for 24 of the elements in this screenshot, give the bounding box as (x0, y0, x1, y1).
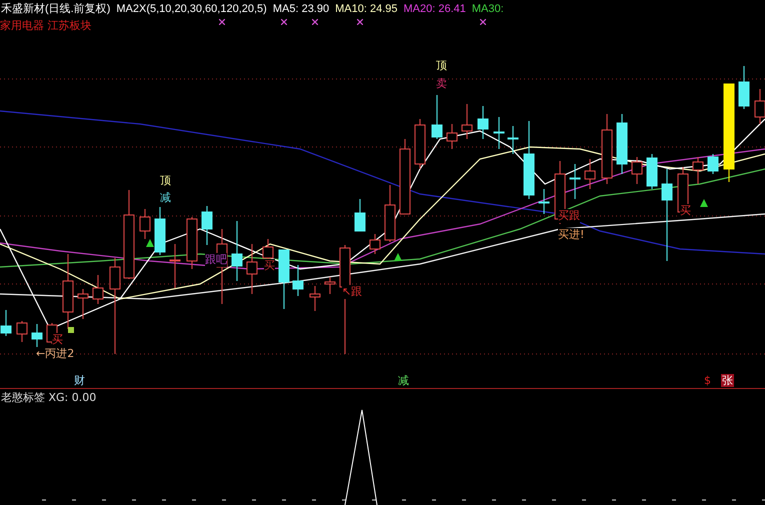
average-value: MA10: 24.95 (335, 2, 398, 14)
average-value: MA5: 23.90 (272, 2, 330, 14)
signal-label: ←丙进2 (36, 347, 74, 361)
signal-label: 顶 (160, 174, 171, 188)
stock-title: 禾盛新材(日线.前复权) (1, 2, 110, 16)
average-value: MA20: 26.41 (403, 2, 466, 14)
signal-label: 顶 (436, 59, 447, 73)
indicator-name: MA2X(5,10,20,30,60,120,20,5) (116, 2, 267, 14)
signal-label: 买进! (558, 228, 584, 242)
signal-label: 买 (264, 259, 275, 273)
signal-label: 跟吧 (205, 253, 227, 267)
signal-label: ↖跟 (342, 285, 362, 299)
signal-label: 买 (680, 204, 691, 218)
signal-label: 买跟 (558, 209, 580, 223)
average-value: MA30: (472, 2, 504, 14)
marker-label: $ (704, 374, 711, 387)
indicator-label: 老憨标签 XG: 0.00 (1, 390, 96, 405)
signal-label: 卖 (436, 77, 447, 91)
marker-label: 财 (74, 374, 85, 387)
sector-tags: 家用电器 江苏板块 (0, 18, 92, 32)
marker-label: 减 (398, 374, 409, 387)
marker-label: 张 (721, 374, 734, 387)
signal-label: 减 (160, 191, 171, 205)
signal-label: 买 (52, 333, 63, 347)
